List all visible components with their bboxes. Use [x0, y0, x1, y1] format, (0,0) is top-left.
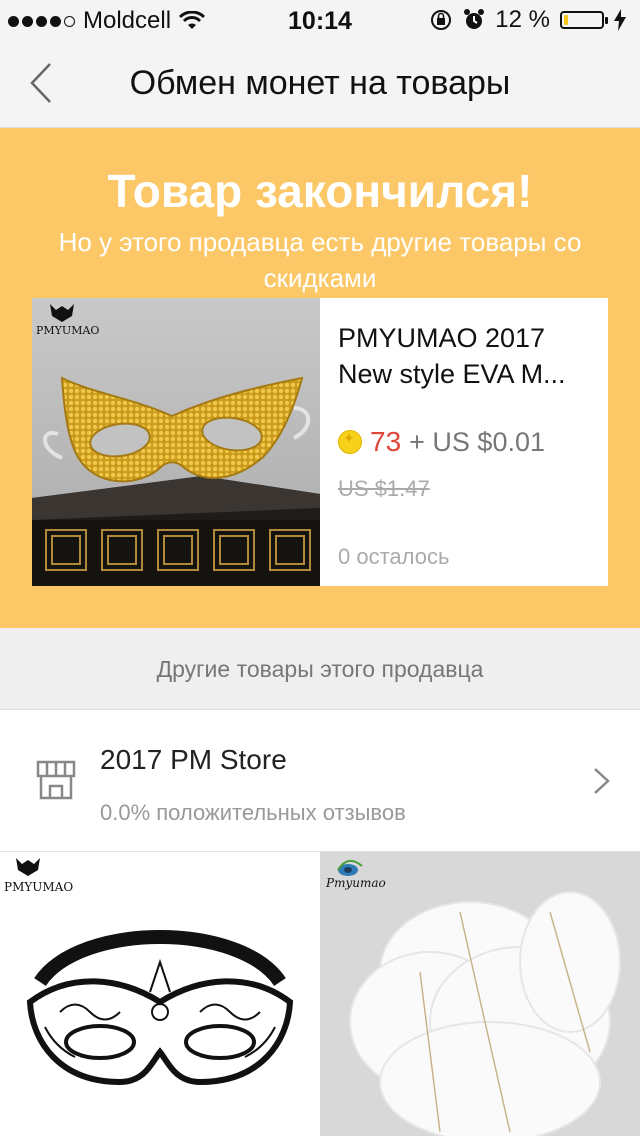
other-products-grid: PMYUMAO Pmyumao: [0, 852, 640, 1136]
product-card[interactable]: PMYUMAO PMYUMAO 2017 New style EVA M... …: [32, 298, 608, 586]
brand-logo-text: PMYUMAO: [36, 324, 100, 337]
product-thumb-black-mask[interactable]: PMYUMAO: [0, 852, 320, 1136]
product-info: PMYUMAO 2017 New style EVA M... 73 + US …: [320, 298, 608, 586]
navigation-bar: Обмен монет на товары: [0, 40, 640, 128]
price-extra: + US $0.01: [409, 426, 545, 457]
product-thumb-white-feathers[interactable]: Pmyumao: [320, 852, 640, 1136]
brand-logo-text: Pmyumao: [326, 876, 386, 890]
section-header: Другие товары этого продавца: [0, 628, 640, 710]
gold-mask-image: [32, 298, 320, 586]
battery-icon: [560, 11, 608, 29]
white-feathers-image: [320, 852, 640, 1136]
old-price: US $1.47: [338, 476, 430, 501]
rotation-lock-icon: [431, 10, 452, 30]
chevron-right-icon: [594, 768, 610, 794]
black-lace-mask-image: [16, 858, 294, 1086]
product-price: 73 + US $0.01: [338, 426, 545, 458]
battery-percent: 12 %: [495, 6, 550, 33]
product-name: PMYUMAO 2017 New style EVA M...: [338, 323, 566, 389]
store-row[interactable]: 2017 PM Store 0.0% положительных отзывов: [0, 710, 640, 852]
store-name: 2017 PM Store: [100, 744, 287, 775]
coin-price: 73: [370, 426, 402, 457]
stock-remaining: 0 осталось: [338, 544, 450, 569]
charging-bolt-icon: [614, 9, 626, 31]
brand-logo-text: PMYUMAO: [4, 880, 74, 894]
out-of-stock-banner: Товар закончился! Но у этого продавца ес…: [0, 128, 640, 628]
coin-icon: [338, 430, 362, 454]
status-bar: Moldcell 10:14 12 %: [0, 0, 640, 40]
product-image: PMYUMAO: [32, 298, 320, 586]
store-icon: [36, 760, 76, 800]
banner-subtitle: Но у этого продавца есть другие товары с…: [58, 227, 582, 293]
store-rating: 0.0% положительных отзывов: [100, 800, 406, 825]
status-right: 12 %: [429, 6, 626, 34]
alarm-icon: [464, 9, 485, 29]
battery-level: [564, 15, 568, 25]
banner-title: Товар закончился!: [107, 165, 533, 217]
page-title: Обмен монет на товары: [129, 64, 511, 102]
